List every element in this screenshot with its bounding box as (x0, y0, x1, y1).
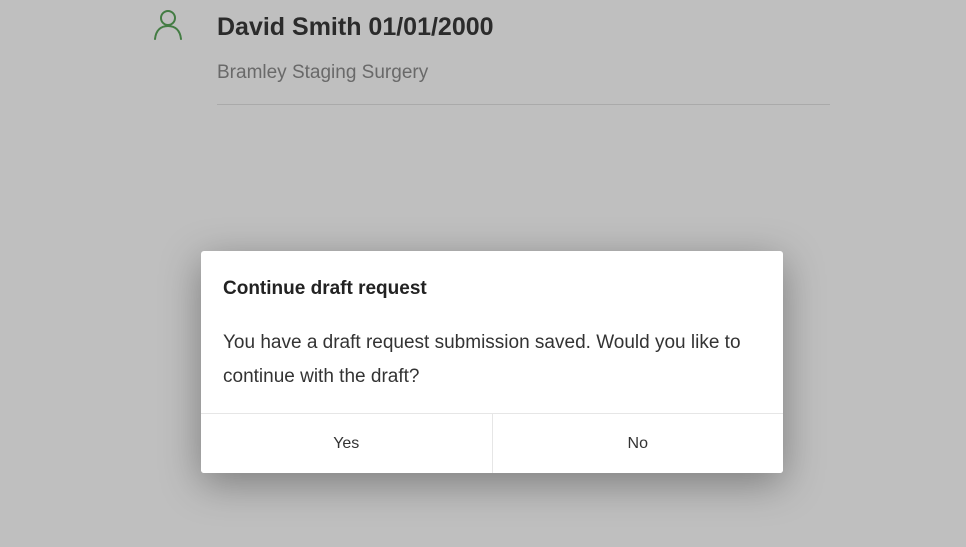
continue-draft-dialog: Continue draft request You have a draft … (201, 251, 783, 473)
dialog-message: You have a draft request submission save… (223, 332, 741, 387)
yes-button[interactable]: Yes (201, 414, 492, 473)
dialog-actions: Yes No (201, 413, 783, 473)
dialog-title: Continue draft request (223, 278, 427, 299)
no-button[interactable]: No (491, 414, 783, 473)
